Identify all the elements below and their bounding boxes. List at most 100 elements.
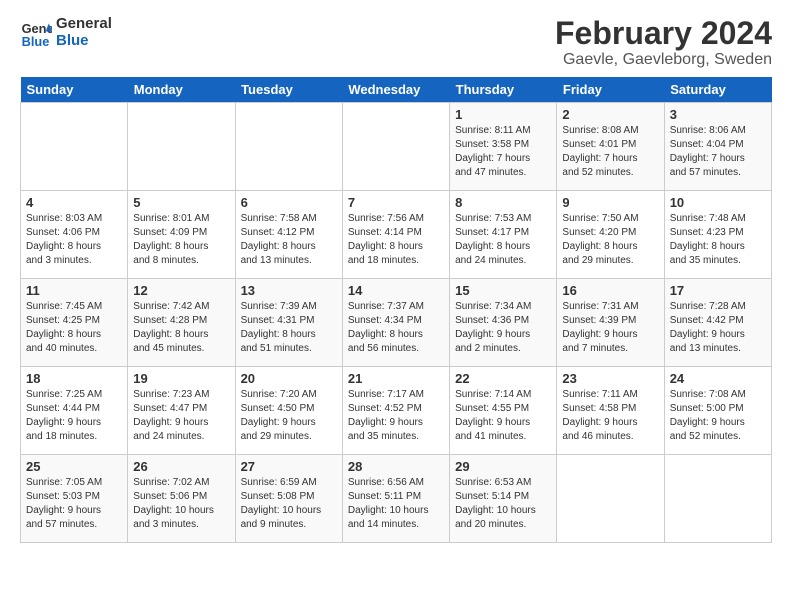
- day-info: Sunrise: 7:45 AM Sunset: 4:25 PM Dayligh…: [26, 300, 122, 356]
- calendar-cell-w1-d3: [235, 103, 342, 191]
- day-info: Sunrise: 8:03 AM Sunset: 4:06 PM Dayligh…: [26, 212, 122, 268]
- calendar-cell-w3-d1: 11 Sunrise: 7:45 AM Sunset: 4:25 PM Dayli…: [21, 279, 128, 367]
- day-info: Sunrise: 7:50 AM Sunset: 4:20 PM Dayligh…: [562, 212, 658, 268]
- day-number: 4: [26, 195, 122, 210]
- day-info: Sunrise: 7:25 AM Sunset: 4:44 PM Dayligh…: [26, 388, 122, 444]
- day-number: 2: [562, 107, 658, 122]
- calendar-cell-w2-d3: 6 Sunrise: 7:58 AM Sunset: 4:12 PM Daylig…: [235, 191, 342, 279]
- title-block: February 2024 Gaevle, Gaevleborg, Sweden: [555, 16, 772, 69]
- calendar-cell-w5-d6: [557, 455, 664, 543]
- calendar-cell-w3-d6: 16 Sunrise: 7:31 AM Sunset: 4:39 PM Dayli…: [557, 279, 664, 367]
- day-info: Sunrise: 7:08 AM Sunset: 5:00 PM Dayligh…: [670, 388, 766, 444]
- calendar-cell-w4-d4: 21 Sunrise: 7:17 AM Sunset: 4:52 PM Dayli…: [342, 367, 449, 455]
- calendar-week-1: 1 Sunrise: 8:11 AM Sunset: 3:58 PM Daylig…: [21, 103, 772, 191]
- day-number: 28: [348, 459, 444, 474]
- calendar-cell-w1-d5: 1 Sunrise: 8:11 AM Sunset: 3:58 PM Daylig…: [450, 103, 557, 191]
- calendar-cell-w5-d1: 25 Sunrise: 7:05 AM Sunset: 5:03 PM Dayli…: [21, 455, 128, 543]
- day-info: Sunrise: 7:02 AM Sunset: 5:06 PM Dayligh…: [133, 476, 229, 532]
- day-number: 27: [241, 459, 337, 474]
- day-number: 11: [26, 283, 122, 298]
- col-friday: Friday: [557, 77, 664, 103]
- day-info: Sunrise: 7:58 AM Sunset: 4:12 PM Dayligh…: [241, 212, 337, 268]
- calendar-cell-w2-d4: 7 Sunrise: 7:56 AM Sunset: 4:14 PM Daylig…: [342, 191, 449, 279]
- day-info: Sunrise: 7:28 AM Sunset: 4:42 PM Dayligh…: [670, 300, 766, 356]
- day-number: 12: [133, 283, 229, 298]
- calendar-cell-w1-d2: [128, 103, 235, 191]
- day-info: Sunrise: 8:06 AM Sunset: 4:04 PM Dayligh…: [670, 124, 766, 180]
- col-sunday: Sunday: [21, 77, 128, 103]
- calendar-week-2: 4 Sunrise: 8:03 AM Sunset: 4:06 PM Daylig…: [21, 191, 772, 279]
- day-number: 14: [348, 283, 444, 298]
- calendar-cell-w5-d7: [664, 455, 771, 543]
- calendar-cell-w1-d1: [21, 103, 128, 191]
- calendar-week-5: 25 Sunrise: 7:05 AM Sunset: 5:03 PM Dayli…: [21, 455, 772, 543]
- day-info: Sunrise: 7:56 AM Sunset: 4:14 PM Dayligh…: [348, 212, 444, 268]
- day-info: Sunrise: 8:11 AM Sunset: 3:58 PM Dayligh…: [455, 124, 551, 180]
- calendar-cell-w4-d5: 22Sunrise: 7:14 AM Sunset: 4:55 PM Dayli…: [450, 367, 557, 455]
- calendar-cell-w4-d7: 24 Sunrise: 7:08 AM Sunset: 5:00 PM Dayli…: [664, 367, 771, 455]
- day-number: 29: [455, 459, 551, 474]
- day-number: 23: [562, 371, 658, 386]
- calendar-table: Sunday Monday Tuesday Wednesday Thursday…: [20, 77, 772, 543]
- calendar-header-row: Sunday Monday Tuesday Wednesday Thursday…: [21, 77, 772, 103]
- calendar-cell-w2-d2: 5 Sunrise: 8:01 AM Sunset: 4:09 PM Daylig…: [128, 191, 235, 279]
- day-number: 5: [133, 195, 229, 210]
- calendar-cell-w4-d1: 18 Sunrise: 7:25 AM Sunset: 4:44 PM Dayli…: [21, 367, 128, 455]
- day-number: 24: [670, 371, 766, 386]
- svg-text:Blue: Blue: [22, 33, 50, 48]
- logo-icon: General Blue: [20, 17, 52, 49]
- logo: General Blue General Blue: [20, 16, 112, 49]
- day-info: Sunrise: 7:23 AM Sunset: 4:47 PM Dayligh…: [133, 388, 229, 444]
- calendar-week-4: 18 Sunrise: 7:25 AM Sunset: 4:44 PM Dayli…: [21, 367, 772, 455]
- calendar-cell-w2-d6: 9 Sunrise: 7:50 AM Sunset: 4:20 PM Daylig…: [557, 191, 664, 279]
- day-info: Sunrise: 7:48 AM Sunset: 4:23 PM Dayligh…: [670, 212, 766, 268]
- day-info: Sunrise: 6:59 AM Sunset: 5:08 PM Dayligh…: [241, 476, 337, 532]
- day-number: 1: [455, 107, 551, 122]
- day-info: Sunrise: 7:37 AM Sunset: 4:34 PM Dayligh…: [348, 300, 444, 356]
- day-number: 9: [562, 195, 658, 210]
- day-info: Sunrise: 7:20 AM Sunset: 4:50 PM Dayligh…: [241, 388, 337, 444]
- calendar-cell-w1-d6: 2 Sunrise: 8:08 AM Sunset: 4:01 PM Daylig…: [557, 103, 664, 191]
- day-number: 7: [348, 195, 444, 210]
- day-number: 25: [26, 459, 122, 474]
- calendar-cell-w3-d7: 17Sunrise: 7:28 AM Sunset: 4:42 PM Dayli…: [664, 279, 771, 367]
- calendar-cell-w1-d7: 3 Sunrise: 8:06 AM Sunset: 4:04 PM Daylig…: [664, 103, 771, 191]
- day-number: 6: [241, 195, 337, 210]
- calendar-cell-w4-d2: 19 Sunrise: 7:23 AM Sunset: 4:47 PM Dayli…: [128, 367, 235, 455]
- day-number: 19: [133, 371, 229, 386]
- day-info: Sunrise: 6:53 AM Sunset: 5:14 PM Dayligh…: [455, 476, 551, 532]
- day-info: Sunrise: 7:05 AM Sunset: 5:03 PM Dayligh…: [26, 476, 122, 532]
- day-info: Sunrise: 7:42 AM Sunset: 4:28 PM Dayligh…: [133, 300, 229, 356]
- header: General Blue General Blue February 2024 …: [20, 16, 772, 69]
- day-info: Sunrise: 8:08 AM Sunset: 4:01 PM Dayligh…: [562, 124, 658, 180]
- col-monday: Monday: [128, 77, 235, 103]
- month-title: February 2024: [555, 16, 772, 51]
- day-number: 13: [241, 283, 337, 298]
- calendar-cell-w5-d4: 28 Sunrise: 6:56 AM Sunset: 5:11 PM Dayli…: [342, 455, 449, 543]
- calendar-cell-w2-d5: 8Sunrise: 7:53 AM Sunset: 4:17 PM Daylig…: [450, 191, 557, 279]
- day-number: 21: [348, 371, 444, 386]
- col-thursday: Thursday: [450, 77, 557, 103]
- calendar-cell-w3-d3: 13Sunrise: 7:39 AM Sunset: 4:31 PM Dayli…: [235, 279, 342, 367]
- calendar-cell-w2-d1: 4 Sunrise: 8:03 AM Sunset: 4:06 PM Daylig…: [21, 191, 128, 279]
- day-info: Sunrise: 7:17 AM Sunset: 4:52 PM Dayligh…: [348, 388, 444, 444]
- day-number: 18: [26, 371, 122, 386]
- day-info: Sunrise: 6:56 AM Sunset: 5:11 PM Dayligh…: [348, 476, 444, 532]
- calendar-cell-w5-d5: 29 Sunrise: 6:53 AM Sunset: 5:14 PM Dayli…: [450, 455, 557, 543]
- logo-blue: Blue: [56, 33, 112, 50]
- col-tuesday: Tuesday: [235, 77, 342, 103]
- location-title: Gaevle, Gaevleborg, Sweden: [555, 51, 772, 69]
- calendar-cell-w3-d5: 15Sunrise: 7:34 AM Sunset: 4:36 PM Dayli…: [450, 279, 557, 367]
- day-number: 3: [670, 107, 766, 122]
- day-info: Sunrise: 7:53 AM Sunset: 4:17 PM Dayligh…: [455, 212, 551, 268]
- day-info: Sunrise: 8:01 AM Sunset: 4:09 PM Dayligh…: [133, 212, 229, 268]
- day-number: 16: [562, 283, 658, 298]
- day-info: Sunrise: 7:31 AM Sunset: 4:39 PM Dayligh…: [562, 300, 658, 356]
- calendar-cell-w1-d4: [342, 103, 449, 191]
- col-saturday: Saturday: [664, 77, 771, 103]
- logo-general: General: [56, 16, 112, 33]
- day-info: Sunrise: 7:14 AM Sunset: 4:55 PM Dayligh…: [455, 388, 551, 444]
- day-number: 26: [133, 459, 229, 474]
- calendar-week-3: 11 Sunrise: 7:45 AM Sunset: 4:25 PM Dayli…: [21, 279, 772, 367]
- calendar-cell-w3-d2: 12 Sunrise: 7:42 AM Sunset: 4:28 PM Dayli…: [128, 279, 235, 367]
